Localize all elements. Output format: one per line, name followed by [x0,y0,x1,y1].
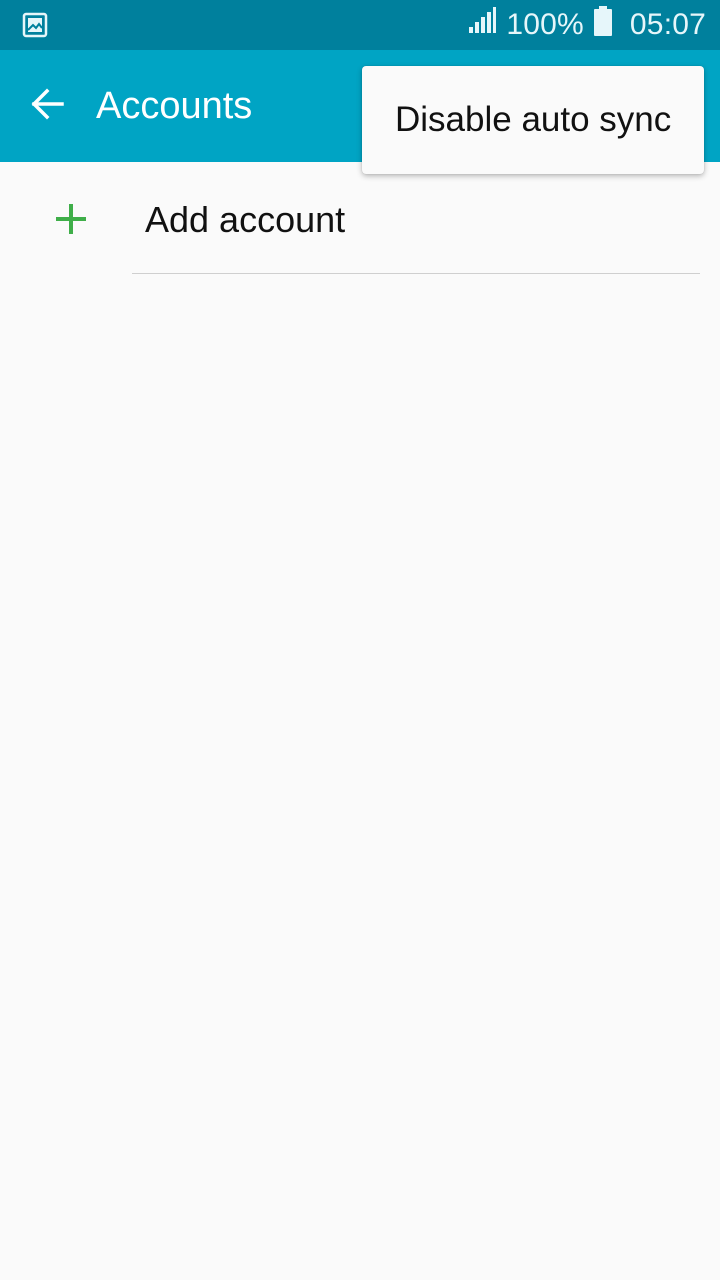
status-bar: 100% 05:07 [0,0,720,50]
page-title: Accounts [96,85,253,127]
back-button[interactable] [20,78,76,134]
cellular-signal-icon [468,7,497,43]
add-account-label: Add account [145,199,346,240]
battery-percent: 100% [506,8,584,41]
battery-full-icon [593,6,612,44]
status-right-group: 100% 05:07 [468,0,706,50]
gallery-notification-icon [22,12,48,38]
menu-item-disable-auto-sync[interactable]: Disable auto sync [362,66,704,174]
plus-icon [52,200,90,238]
add-account-item[interactable]: Add account [0,162,720,274]
accounts-screen: 100% 05:07 Accounts Add account Disable … [0,0,720,1280]
accounts-list: Add account [0,162,720,274]
overflow-menu: Disable auto sync [362,66,704,174]
arrow-back-icon [30,86,66,127]
status-time: 05:07 [629,8,706,41]
list-divider [132,273,700,274]
